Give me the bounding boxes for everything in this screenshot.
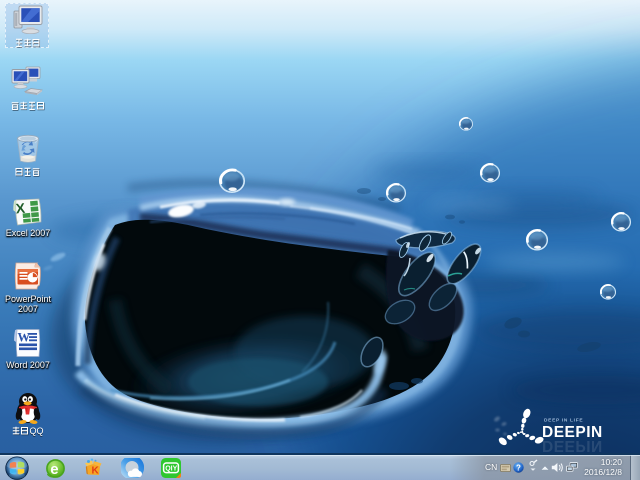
svg-text:QIY: QIY — [165, 465, 177, 472]
svg-text:DEEP IN LIFE: DEEP IN LIFE — [544, 418, 583, 424]
svg-text:K: K — [92, 466, 100, 477]
svg-text:?: ? — [516, 463, 521, 472]
svg-text:DEEPIN: DEEPIN — [542, 437, 603, 454]
svg-text:W: W — [18, 331, 31, 345]
svg-text:QQ: QQ — [30, 426, 44, 436]
svg-text:e: e — [50, 461, 58, 478]
